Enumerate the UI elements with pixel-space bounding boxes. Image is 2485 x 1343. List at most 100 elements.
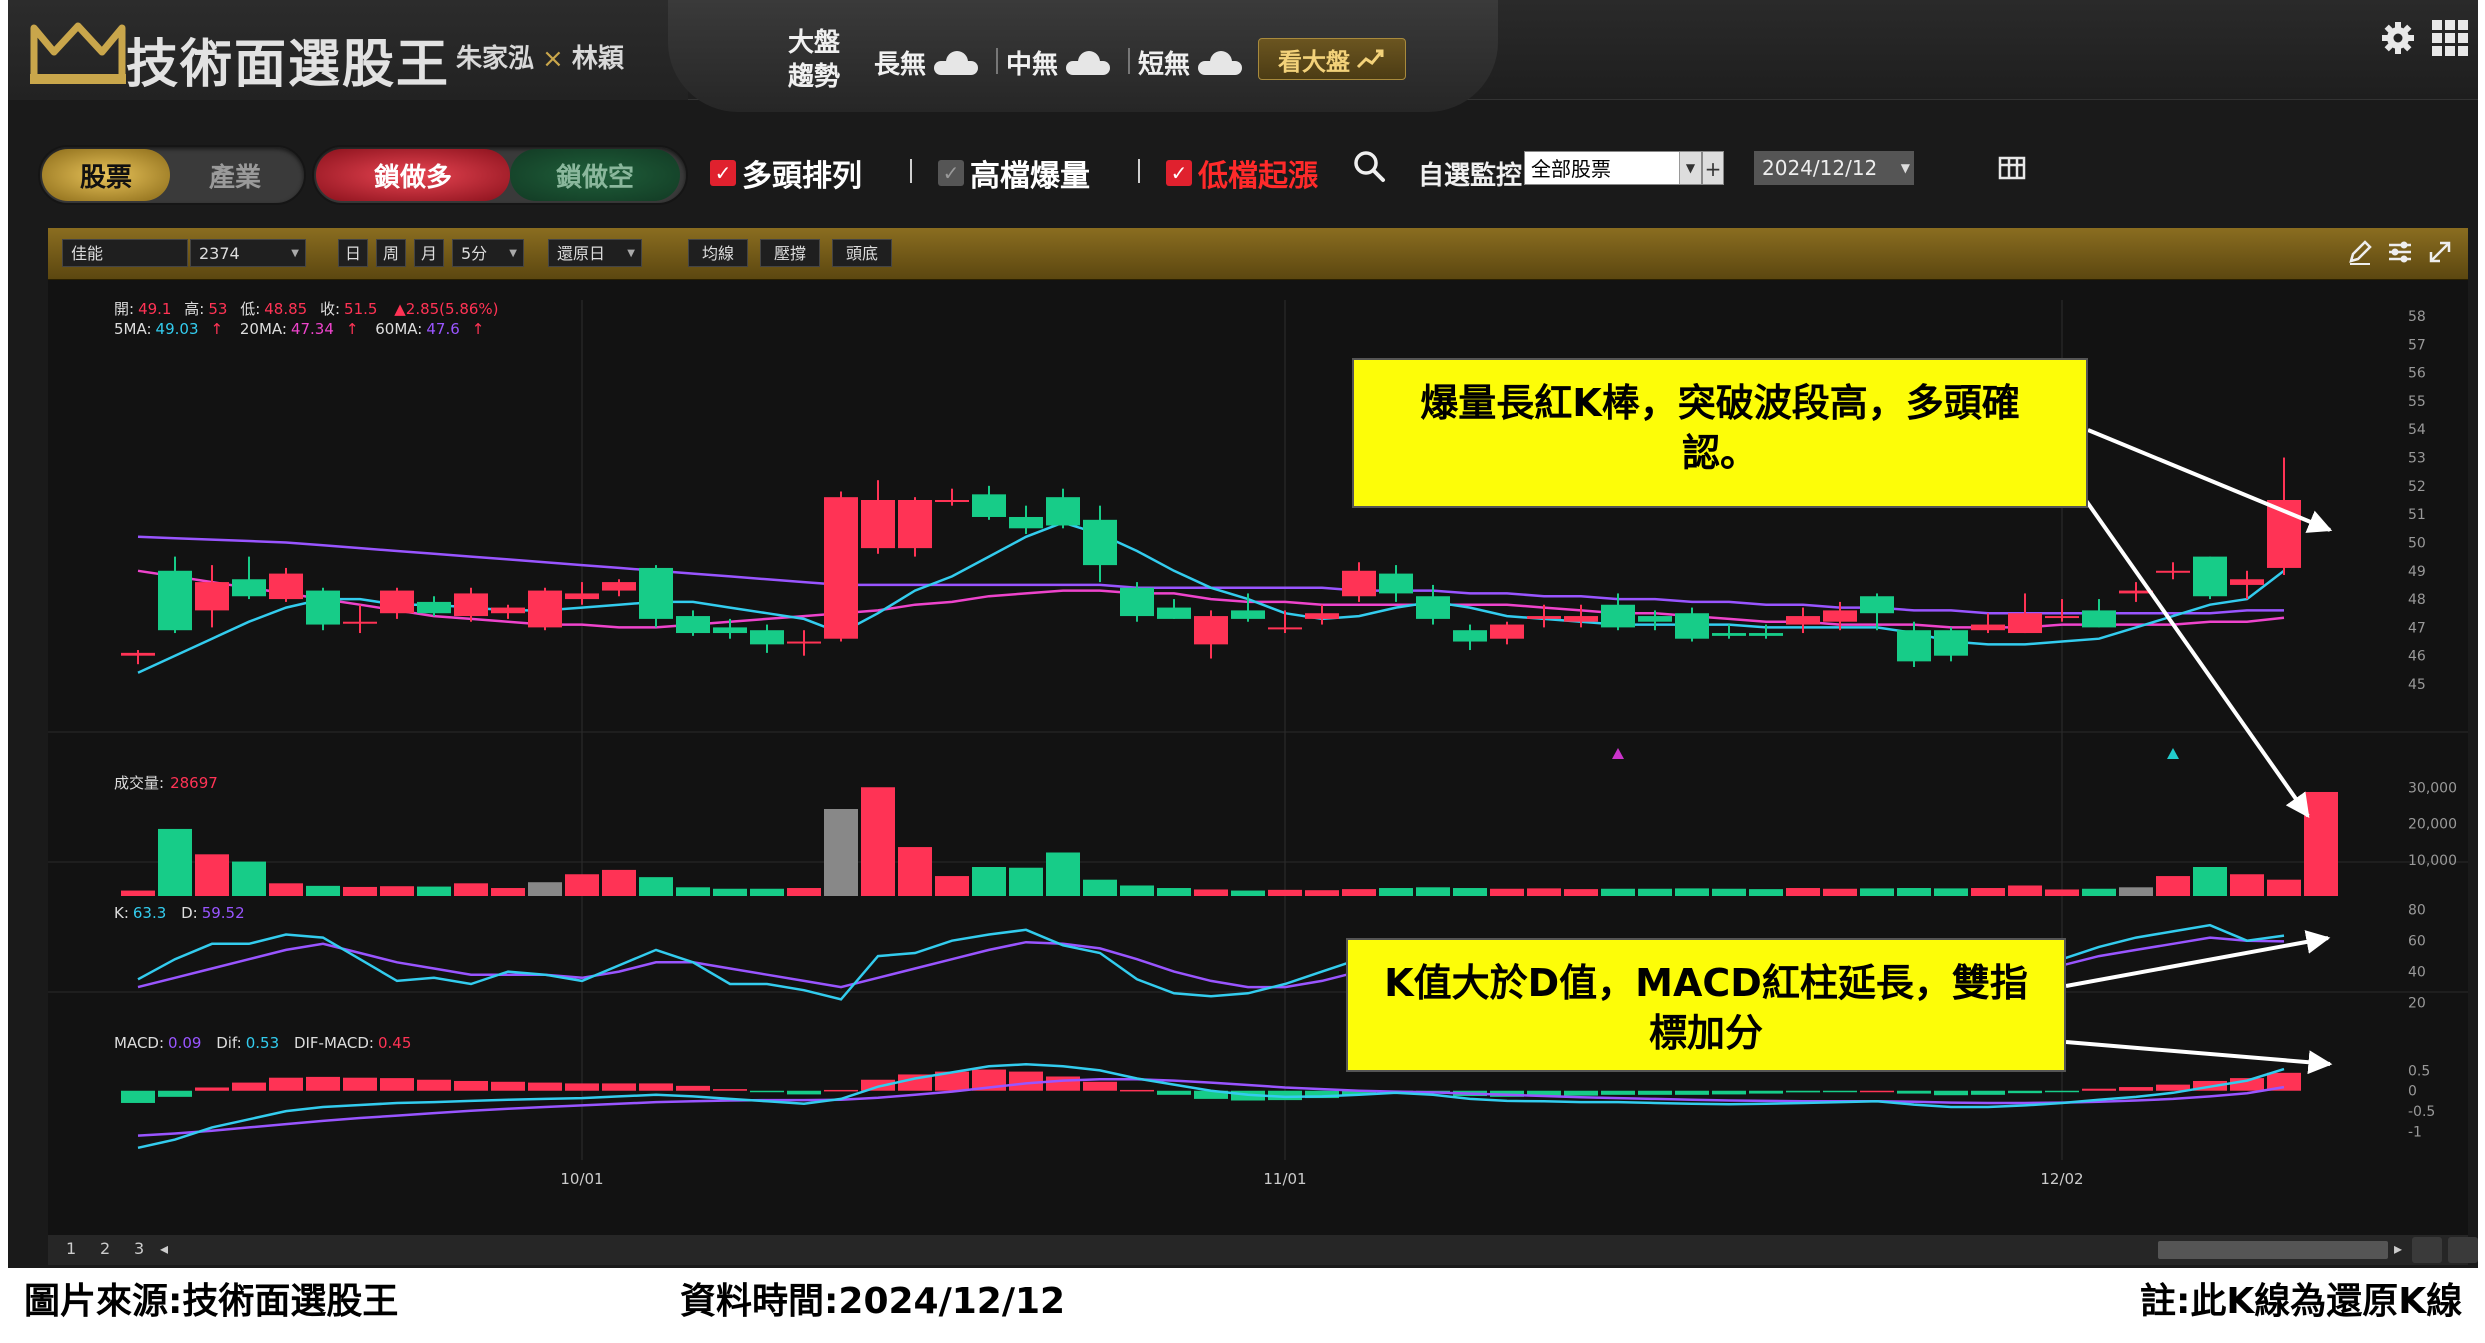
candle-body (2045, 616, 2079, 619)
lock-long-button[interactable]: 鎖做多 (316, 149, 510, 201)
cloud-icon (934, 50, 979, 75)
period-day-button[interactable]: 日 (338, 239, 368, 267)
page-2[interactable]: 2 (100, 1239, 110, 1258)
candle-body (2082, 610, 2116, 628)
macd-histogram-bar (1046, 1076, 1080, 1091)
scroll-right-icon[interactable]: ▸ (2394, 1239, 2402, 1258)
page-3[interactable]: 3 (134, 1239, 144, 1258)
minute-select[interactable]: 5分 ▼ (452, 239, 524, 267)
zoom-in-icon[interactable] (2448, 1237, 2478, 1263)
chart-tools (2346, 238, 2454, 266)
lock-short-button[interactable]: 鎖做空 (510, 149, 680, 201)
check-label: 低檔起漲 (1198, 159, 1318, 194)
view-market-label: 看大盤 (1278, 47, 1350, 76)
sliders-icon[interactable] (2386, 238, 2414, 266)
stock-code: 2374 (199, 244, 240, 263)
volume-bar (380, 886, 414, 896)
candle-body (1416, 596, 1450, 619)
volume-bar (1120, 885, 1154, 896)
candle-body (935, 500, 969, 502)
trend-short-label: 短無 (1138, 50, 1191, 80)
price-tick-label: 48 (2408, 592, 2426, 608)
crown-logo-icon (30, 22, 126, 84)
divider (996, 48, 998, 74)
volume-bar (824, 809, 858, 896)
search-icon[interactable] (1350, 147, 1390, 187)
macd-histogram-bar (491, 1081, 525, 1091)
price-tick-label: 55 (2408, 394, 2426, 410)
period-week-button[interactable]: 周 (376, 239, 406, 267)
date-select[interactable]: 2024/12/12 ▼ (1754, 151, 1914, 185)
volume-info-line: 成交量: 28697 (114, 774, 218, 792)
chevron-down-icon[interactable]: ▼ (1679, 152, 1701, 184)
kd-tick-label: 80 (2408, 903, 2426, 919)
support-resistance-button[interactable]: 壓撐 (760, 239, 820, 267)
tab-industry[interactable]: 產業 (170, 149, 300, 201)
check-low-rise[interactable]: ✓ 低檔起漲 (1166, 151, 1318, 195)
top-bottom-button[interactable]: 頭底 (832, 239, 892, 267)
checkbox-checked-icon[interactable]: ✓ (1166, 160, 1192, 186)
candle-body (417, 601, 451, 614)
candle-body (972, 494, 1006, 517)
candle-body (343, 621, 377, 624)
tab-stock[interactable]: 股票 (42, 149, 170, 201)
candle-body (1934, 630, 1968, 656)
stock-name-field[interactable]: 佳能 (62, 239, 188, 267)
chevron-down-icon[interactable]: ▼ (509, 240, 517, 268)
volume-bar (1416, 887, 1450, 896)
gear-icon[interactable] (2380, 20, 2416, 56)
macd-histogram-bar (639, 1083, 673, 1091)
watch-add-button[interactable]: + (1702, 151, 1724, 185)
page-1[interactable]: 1 (66, 1239, 76, 1258)
macd-histogram-bar (1157, 1090, 1191, 1095)
app-grid-icon[interactable] (2432, 20, 2468, 56)
volume-bar (639, 877, 673, 896)
checkbox-checked-icon[interactable]: ✓ (710, 160, 736, 186)
macd-histogram-bar (1897, 1090, 1931, 1094)
volume-tick-label: 30,000 (2408, 780, 2457, 796)
macd-tick-label: 0 (2408, 1084, 2417, 1100)
volume-bar (787, 888, 821, 896)
candle-body (1490, 624, 1524, 639)
chart-area[interactable]: 45 46 47 48 49 50 51 52 53 54 55 56 57 58 10/01 11/01 12… (48, 280, 2468, 1235)
candle-body (306, 590, 340, 625)
expand-icon[interactable] (2426, 238, 2454, 266)
horizontal-scrollbar[interactable] (2158, 1241, 2388, 1259)
pencil-icon[interactable] (2346, 238, 2374, 266)
table-icon[interactable] (1998, 155, 2028, 181)
chevron-down-icon[interactable]: ▼ (291, 240, 299, 268)
chevron-down-icon[interactable]: ▼ (1901, 151, 1910, 185)
chart-toolbar: 佳能 2374 ▼ 日 周 月 5分 ▼ 還原日 ▼ 均線 壓撐 頭底 (48, 228, 2468, 280)
price-tick-label: 58 (2408, 309, 2426, 325)
zoom-out-icon[interactable] (2412, 1237, 2442, 1263)
author-2: 林穎 (571, 44, 624, 74)
candle-body (491, 607, 525, 614)
candle-body (2156, 570, 2190, 573)
price-tick-label: 45 (2408, 677, 2426, 693)
app-authors: 朱家泓 × 林穎 (456, 38, 624, 75)
view-market-button[interactable]: 看大盤 (1258, 38, 1406, 80)
volume-tick-label: 10,000 (2408, 853, 2457, 869)
macd-histogram-bar (2082, 1088, 2116, 1091)
macd-tick-label: -1 (2408, 1124, 2422, 1140)
volume-bar (2304, 791, 2338, 896)
watch-list-select[interactable]: 全部股票 ▼ (1524, 151, 1702, 185)
check-bullish-alignment[interactable]: ✓ 多頭排列 (710, 151, 862, 195)
price-tick-label: 49 (2408, 564, 2426, 580)
price-tick-label: 52 (2408, 479, 2426, 495)
chevron-down-icon[interactable]: ▼ (627, 240, 635, 268)
ma-button[interactable]: 均線 (688, 239, 748, 267)
check-high-volume[interactable]: ✓ 高檔爆量 (938, 151, 1090, 195)
scroll-left-icon[interactable]: ◂ (160, 1239, 168, 1258)
checkbox-checked-icon[interactable]: ✓ (938, 160, 964, 186)
stock-code-field[interactable]: 2374 ▼ (190, 239, 306, 267)
macd-histogram-bar (602, 1083, 636, 1091)
candlestick-chart[interactable]: 45 46 47 48 49 50 51 52 53 54 55 56 57 58 10/01 11/01 12… (48, 280, 2468, 1235)
adjust-select[interactable]: 還原日 ▼ (548, 239, 642, 267)
candle-body (1749, 633, 1783, 636)
macd-tick-label: -0.5 (2408, 1104, 2435, 1120)
macd-histogram-bar (417, 1079, 451, 1091)
candle-body (1675, 613, 1709, 639)
period-month-button[interactable]: 月 (414, 239, 444, 267)
macd-histogram-bar (343, 1077, 377, 1091)
